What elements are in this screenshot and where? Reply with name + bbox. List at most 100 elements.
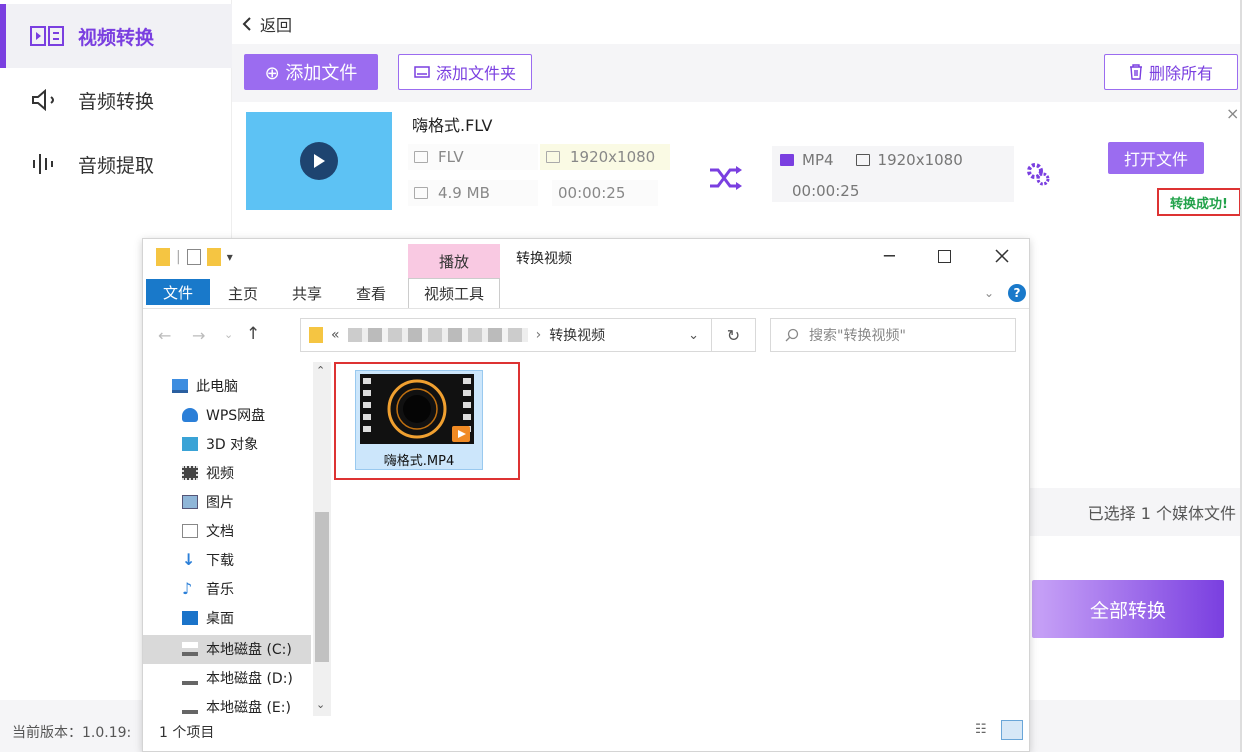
- nav-item-pictures[interactable]: 图片: [182, 488, 234, 516]
- refresh-icon[interactable]: ↻: [712, 318, 756, 352]
- large-icons-view-icon[interactable]: [1001, 720, 1023, 740]
- explorer-ribbon: [143, 239, 1029, 311]
- film-icon: [414, 151, 428, 163]
- settings-gear-icon[interactable]: [1024, 160, 1052, 188]
- output-format-value: MP4: [802, 151, 834, 169]
- nav-label: 图片: [206, 495, 234, 511]
- nav-item-3d-objects[interactable]: 3D 对象: [182, 430, 258, 458]
- open-file-button[interactable]: 打开文件: [1108, 142, 1204, 174]
- expand-ribbon-icon[interactable]: ⌄: [984, 286, 994, 300]
- help-icon[interactable]: ?: [1008, 284, 1026, 302]
- window-title: 转换视频: [516, 251, 572, 267]
- tab-label: 播放: [438, 252, 469, 271]
- delete-all-button[interactable]: 删除所有: [1104, 54, 1238, 90]
- drive-icon: [182, 671, 198, 685]
- add-folder-label: 添加文件夹: [435, 64, 516, 83]
- waveform-icon: [33, 154, 53, 174]
- blurred-path: [347, 328, 528, 342]
- up-arrow-icon[interactable]: ↑: [246, 324, 260, 344]
- close-window-button[interactable]: [994, 248, 1010, 264]
- nav-item-music[interactable]: ♪ 音乐: [182, 575, 234, 603]
- tab-view[interactable]: 查看: [356, 283, 386, 304]
- scroll-up-icon[interactable]: ⌃: [316, 364, 325, 377]
- input-resolution-value: 1920x1080: [570, 148, 656, 166]
- nav-item-wps-cloud[interactable]: WPS网盘: [182, 401, 265, 429]
- back-arrow-icon[interactable]: ←: [158, 326, 171, 345]
- download-icon: ↓: [182, 550, 196, 569]
- input-resolution: 1920x1080: [540, 144, 670, 170]
- sidebar-item-audio-extract[interactable]: 音频提取: [0, 132, 232, 196]
- tab-play-context[interactable]: 播放: [408, 244, 500, 278]
- status-text: 转换成功!: [1170, 196, 1228, 212]
- close-icon[interactable]: ×: [1226, 104, 1239, 123]
- film-icon: [780, 154, 794, 166]
- nav-label: 桌面: [206, 611, 234, 627]
- output-resolution-value: 1920x1080: [877, 151, 963, 169]
- sidebar-item-audio-convert[interactable]: 音频转换: [0, 68, 232, 132]
- chevron-left-icon: [242, 17, 251, 31]
- selected-count: 已选择 1 个媒体文件: [1030, 488, 1242, 536]
- nav-item-drive-d[interactable]: 本地磁盘 (D:): [182, 664, 293, 692]
- address-overflow[interactable]: «: [331, 327, 340, 343]
- selected-count-text: 已选择 1 个媒体文件: [1087, 504, 1236, 523]
- folder-icon: [414, 66, 430, 78]
- customize-dropdown-icon[interactable]: ▾: [227, 250, 233, 264]
- nav-item-videos[interactable]: 视频: [182, 459, 234, 487]
- version-label: 当前版本：1.0.19:: [12, 725, 132, 741]
- folder-icon: [309, 327, 323, 343]
- nav-item-documents[interactable]: 文档: [182, 517, 234, 545]
- nav-item-drive-c[interactable]: 本地磁盘 (C:): [182, 635, 292, 663]
- breadcrumb-separator-icon: ›: [535, 327, 542, 343]
- video-thumbnail[interactable]: [246, 112, 392, 210]
- input-duration: 00:00:25: [552, 180, 658, 206]
- back-button[interactable]: 返回: [242, 12, 292, 36]
- convert-all-label: 全部转换: [1089, 599, 1166, 622]
- resolution-icon: [546, 151, 560, 163]
- search-placeholder: 搜索"转换视频": [809, 328, 906, 344]
- cube-icon: [182, 437, 198, 451]
- cloud-icon: [182, 408, 198, 422]
- trash-icon: [1129, 64, 1142, 80]
- nav-item-desktop[interactable]: 桌面: [182, 604, 234, 632]
- tab-home[interactable]: 主页: [228, 283, 258, 304]
- input-size-value: 4.9 MB: [438, 184, 490, 202]
- maximize-button[interactable]: [938, 250, 951, 263]
- add-file-button[interactable]: ⊕ 添加文件: [244, 54, 378, 90]
- forward-arrow-icon[interactable]: →: [192, 326, 205, 345]
- computer-icon: [172, 379, 188, 393]
- nav-label: 下载: [206, 553, 234, 569]
- scrollbar-thumb[interactable]: [315, 512, 329, 662]
- convert-all-button[interactable]: 全部转换: [1032, 580, 1224, 638]
- search-input[interactable]: 搜索"转换视频": [770, 318, 1016, 352]
- item-count: 1 个项目: [159, 725, 215, 741]
- properties-icon[interactable]: [186, 249, 201, 265]
- recent-dropdown-icon[interactable]: ⌄: [224, 328, 233, 341]
- details-view-icon[interactable]: ☷: [975, 722, 987, 737]
- folder-icon[interactable]: [156, 248, 170, 266]
- drive-c-icon: [182, 642, 198, 656]
- music-icon: ♪: [182, 579, 193, 598]
- sidebar-item-label: 音频提取: [78, 154, 155, 177]
- nav-label: 本地磁盘 (C:): [206, 642, 292, 658]
- breadcrumb-current[interactable]: 转换视频: [549, 325, 605, 345]
- tab-video-tools[interactable]: 视频工具: [408, 278, 500, 308]
- tab-file[interactable]: 文件: [146, 279, 210, 305]
- new-folder-icon[interactable]: [206, 248, 221, 266]
- nav-item-this-pc[interactable]: 此电脑: [172, 372, 238, 400]
- scroll-down-icon[interactable]: ⌄: [316, 698, 325, 711]
- speaker-icon: [32, 89, 54, 111]
- explorer-statusbar: 1 个项目 ☷: [143, 716, 1029, 750]
- nav-label: 文档: [206, 524, 234, 540]
- minimize-button[interactable]: ─: [884, 246, 895, 267]
- desktop-icon: [182, 611, 198, 625]
- resolution-icon: [855, 154, 870, 166]
- sidebar-item-video-convert[interactable]: 视频转换: [0, 4, 232, 68]
- tab-share[interactable]: 共享: [292, 283, 322, 304]
- address-dropdown-icon[interactable]: ⌄: [688, 328, 699, 343]
- play-icon[interactable]: [300, 142, 338, 180]
- drive-icon: [182, 700, 198, 714]
- add-folder-button[interactable]: 添加文件夹: [398, 54, 532, 90]
- address-bar[interactable]: « › 转换视频 ⌄: [300, 318, 712, 352]
- nav-item-downloads[interactable]: ↓ 下载: [182, 546, 234, 574]
- sidebar-item-label: 音频转换: [78, 90, 155, 113]
